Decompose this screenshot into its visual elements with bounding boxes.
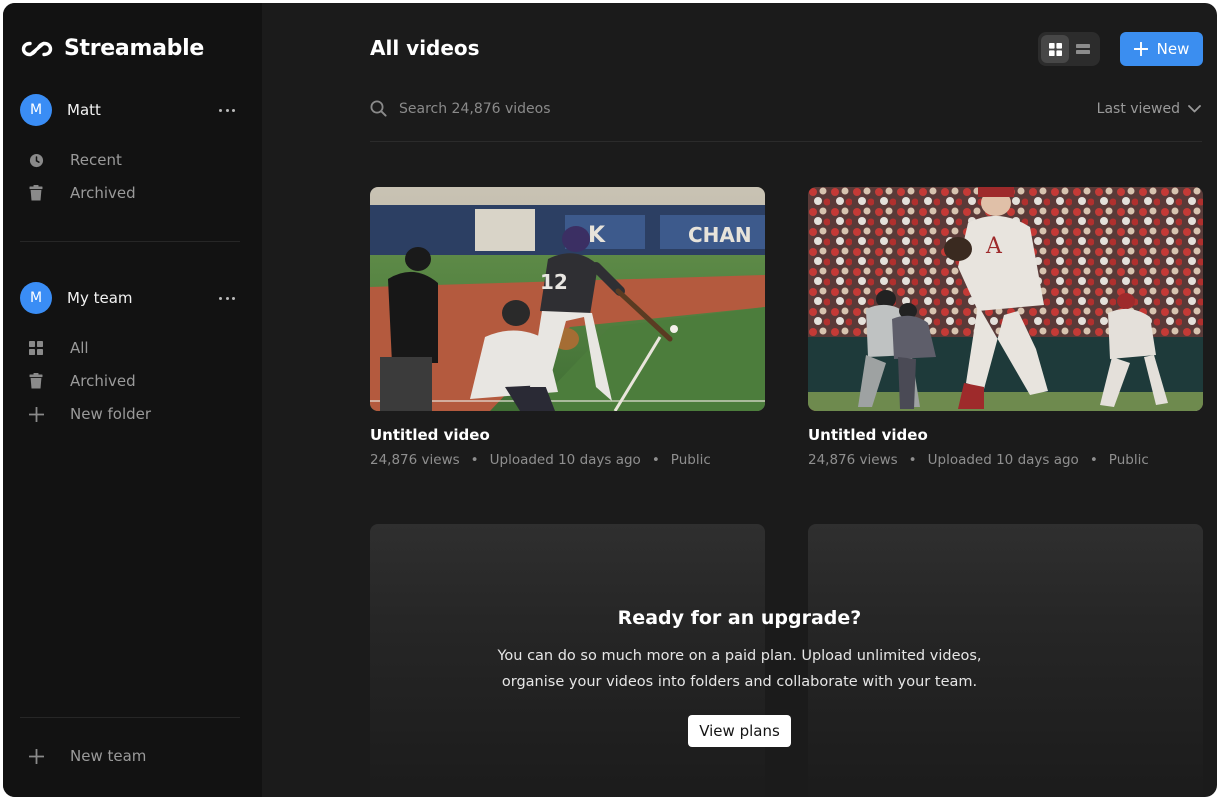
sidebar-item-recent[interactable]: Recent	[28, 149, 122, 171]
view-plans-button[interactable]: View plans	[688, 715, 791, 747]
list-icon	[1076, 44, 1090, 54]
page-title: All videos	[370, 36, 480, 60]
account-name: Matt	[67, 101, 101, 119]
video-uploaded: Uploaded 10 days ago	[489, 452, 641, 468]
logo[interactable]: Streamable	[20, 36, 204, 61]
view-toggle	[1038, 32, 1100, 66]
video-thumbnail[interactable]: K CHAN 12	[370, 187, 765, 411]
account-name: My team	[67, 289, 133, 307]
sidebar-item-label: New folder	[70, 405, 152, 423]
upgrade-prompt: Ready for an upgrade? You can do so much…	[262, 607, 1217, 747]
more-options-icon[interactable]	[218, 101, 236, 119]
video-meta: 24,876 views • Uploaded 10 days ago • Pu…	[370, 452, 765, 468]
video-visibility: Public	[1108, 452, 1149, 468]
new-team-label: New team	[70, 747, 147, 765]
sidebar-item-label: All	[70, 339, 89, 357]
search-icon	[370, 100, 387, 117]
upgrade-body: You can do so much more on a paid plan. …	[497, 648, 982, 690]
video-views: 24,876 views	[808, 452, 898, 468]
svg-text:12: 12	[540, 270, 568, 294]
chevron-down-icon	[1188, 105, 1201, 113]
new-button-label: New	[1156, 40, 1190, 58]
new-team-button[interactable]: New team	[28, 745, 146, 767]
sidebar-item-label: Archived	[70, 184, 136, 202]
new-button[interactable]: New	[1120, 32, 1203, 66]
sidebar: Streamable M Matt Recent Archived M My t…	[3, 3, 262, 797]
svg-text:K: K	[588, 223, 606, 248]
app-name: Streamable	[64, 36, 204, 61]
video-card[interactable]: K CHAN 12 Untitled video 24,876 views • …	[370, 187, 765, 468]
search-input[interactable]: Search 24,876 videos	[370, 100, 551, 117]
sidebar-item-label: Recent	[70, 151, 122, 169]
avatar: M	[20, 282, 52, 314]
svg-text:A: A	[985, 234, 1003, 259]
main-content: All videos New Search 24,876 videos Last…	[262, 3, 1217, 797]
trash-icon	[28, 373, 44, 389]
account-my-team[interactable]: M My team	[20, 282, 244, 314]
video-uploaded: Uploaded 10 days ago	[927, 452, 1079, 468]
trash-icon	[28, 185, 44, 201]
separator-dot: •	[908, 452, 917, 468]
sidebar-item-archived[interactable]: Archived	[28, 182, 136, 204]
video-views: 24,876 views	[370, 452, 460, 468]
app-window: Streamable M Matt Recent Archived M My t…	[3, 3, 1217, 797]
avatar: M	[20, 94, 52, 126]
search-placeholder: Search 24,876 videos	[399, 100, 551, 117]
plus-icon	[28, 406, 44, 422]
clock-icon	[28, 152, 44, 168]
more-options-icon[interactable]	[218, 289, 236, 307]
svg-text:CHAN: CHAN	[688, 223, 752, 247]
sidebar-item-all[interactable]: All	[28, 337, 89, 359]
sort-dropdown[interactable]: Last viewed	[1097, 101, 1201, 117]
search-divider	[370, 141, 1202, 142]
plus-icon	[1133, 42, 1148, 56]
sort-label: Last viewed	[1096, 101, 1180, 117]
sidebar-item-team-archived[interactable]: Archived	[28, 370, 136, 392]
streamable-logo-icon	[21, 41, 53, 56]
sidebar-item-label: Archived	[70, 372, 136, 390]
account-matt[interactable]: M Matt	[20, 94, 244, 126]
separator-dot: •	[470, 452, 479, 468]
video-meta: 24,876 views • Uploaded 10 days ago • Pu…	[808, 452, 1203, 468]
video-thumbnail[interactable]: A	[808, 187, 1203, 411]
grid-icon	[28, 340, 44, 356]
upgrade-title: Ready for an upgrade?	[617, 607, 862, 629]
sidebar-divider	[20, 241, 240, 242]
plus-icon	[28, 748, 44, 764]
sidebar-item-new-folder[interactable]: New folder	[28, 403, 151, 425]
list-view-button[interactable]	[1069, 35, 1097, 63]
video-card[interactable]: A Untitled video 24,876 views • Uploaded…	[808, 187, 1203, 468]
grid-icon	[1048, 42, 1062, 56]
separator-dot: •	[651, 452, 660, 468]
video-title[interactable]: Untitled video	[370, 426, 765, 444]
video-visibility: Public	[670, 452, 711, 468]
grid-view-button[interactable]	[1041, 35, 1069, 63]
video-title[interactable]: Untitled video	[808, 426, 1203, 444]
sidebar-divider	[20, 717, 240, 718]
separator-dot: •	[1089, 452, 1098, 468]
